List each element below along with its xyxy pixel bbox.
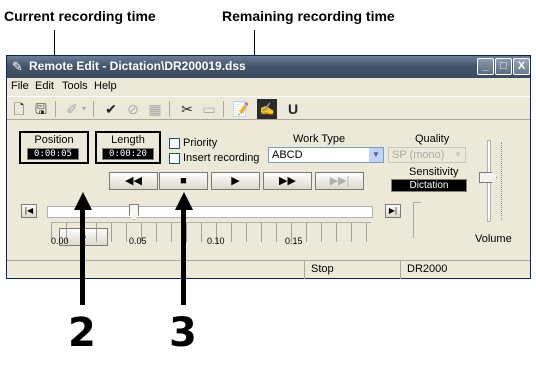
sensitivity-display[interactable]: Dictation [391,179,467,192]
save-icon[interactable]: 🖫 [31,99,51,119]
status-bar: Stop DR2000 [7,260,530,279]
priority-label: Priority [183,137,218,149]
toolbar-separator [223,101,224,117]
timeline-tick-0: 0.00 [51,236,69,246]
pen-icon: ✎ [12,59,23,74]
arrow-up-icon [74,192,92,210]
chevron-down-icon: ▼ [451,148,465,162]
arrow-up-icon [175,192,193,210]
chevron-down-icon[interactable]: ▾ [79,99,89,119]
insert-recording-checkbox[interactable] [169,153,180,164]
window-title: Remote Edit - Dictation\DR200019.dss [29,59,246,73]
step-2-label: 2 [68,310,96,356]
status-state: Stop [304,261,400,279]
cancel-circle-icon[interactable]: ⊘ [123,99,143,119]
status-device: DR2000 [400,261,530,279]
step-3-label: 3 [169,310,197,356]
toolbar-separator [93,101,94,117]
length-label: Length [111,134,145,146]
rewind-button[interactable]: ◀◀ [109,172,158,190]
fast-forward-button[interactable]: ▶▶ [263,172,312,190]
position-label: Position [34,134,74,146]
work-type-select[interactable]: ABCD ▼ [268,147,384,163]
arrow-shaft [80,209,85,305]
menu-tools[interactable]: Tools [62,80,88,92]
quality-value: SP (mono) [392,149,445,161]
sensitivity-label: Sensitivity [409,166,459,178]
timeline-tick-1: 0.05 [129,236,147,246]
minimize-button[interactable]: _ [477,58,494,75]
volume-slider-thumb[interactable] [479,172,497,183]
length-display: 0:00:20 [102,148,154,160]
quality-select[interactable]: SP (mono) ▼ [388,147,466,163]
close-button[interactable]: X [513,58,530,75]
status-cell-empty [7,261,304,279]
volume-label: Volume [475,233,512,245]
menu-edit[interactable]: Edit [35,80,54,92]
notepad-icon[interactable]: 📝 [231,99,251,119]
u-turn-icon[interactable]: U [283,99,303,119]
work-type-label: Work Type [293,133,346,145]
go-to-end-button[interactable]: ▶| [385,204,401,218]
title-bar: ✎ Remote Edit - Dictation\DR200019.dss _… [7,56,530,78]
edit-icon[interactable]: ✍ [257,99,277,119]
grid-icon[interactable]: ▦ [145,99,165,119]
folder-icon[interactable]: ▭ [199,99,219,119]
go-to-start-button[interactable]: |◀ [21,204,37,218]
arrow-shaft [181,209,186,305]
stop-button[interactable]: ■ [159,172,208,190]
timeline-tick-2: 0.10 [207,236,225,246]
new-file-icon[interactable]: 🗋 [9,99,29,119]
timeline-tick-3: 0.15 [285,236,303,246]
insert-recording-label: Insert recording [183,152,260,164]
timeline-track[interactable] [47,206,373,218]
menu-file[interactable]: File [11,80,29,92]
priority-checkbox[interactable] [169,138,180,149]
quality-label: Quality [415,133,450,145]
tools-icon[interactable]: ✂ [177,99,197,119]
maximize-button[interactable]: □ [495,58,512,75]
callout-current-recording-time: Current recording time [4,8,156,24]
toolbar-separator [169,101,170,117]
check-icon[interactable]: ✔ [101,99,121,119]
volume-scale [501,142,505,220]
toolbar: 🗋 🖫 ✐ ▾ ✔ ⊘ ▦ ✂ ▭ 📝 ✍ U [7,96,530,120]
work-type-value: ABCD [272,149,303,161]
menu-bar: File Edit Tools Help [7,78,530,96]
position-display: 0:00:05 [27,148,79,160]
skip-to-end-button[interactable]: ▶▶| [315,172,364,190]
menu-help[interactable]: Help [94,80,117,92]
level-meter [413,202,421,238]
toolbar-separator [55,101,56,117]
callout-remaining-recording-time: Remaining recording time [222,8,395,24]
play-button[interactable]: ▶ [211,172,260,190]
chevron-down-icon: ▼ [369,148,383,162]
